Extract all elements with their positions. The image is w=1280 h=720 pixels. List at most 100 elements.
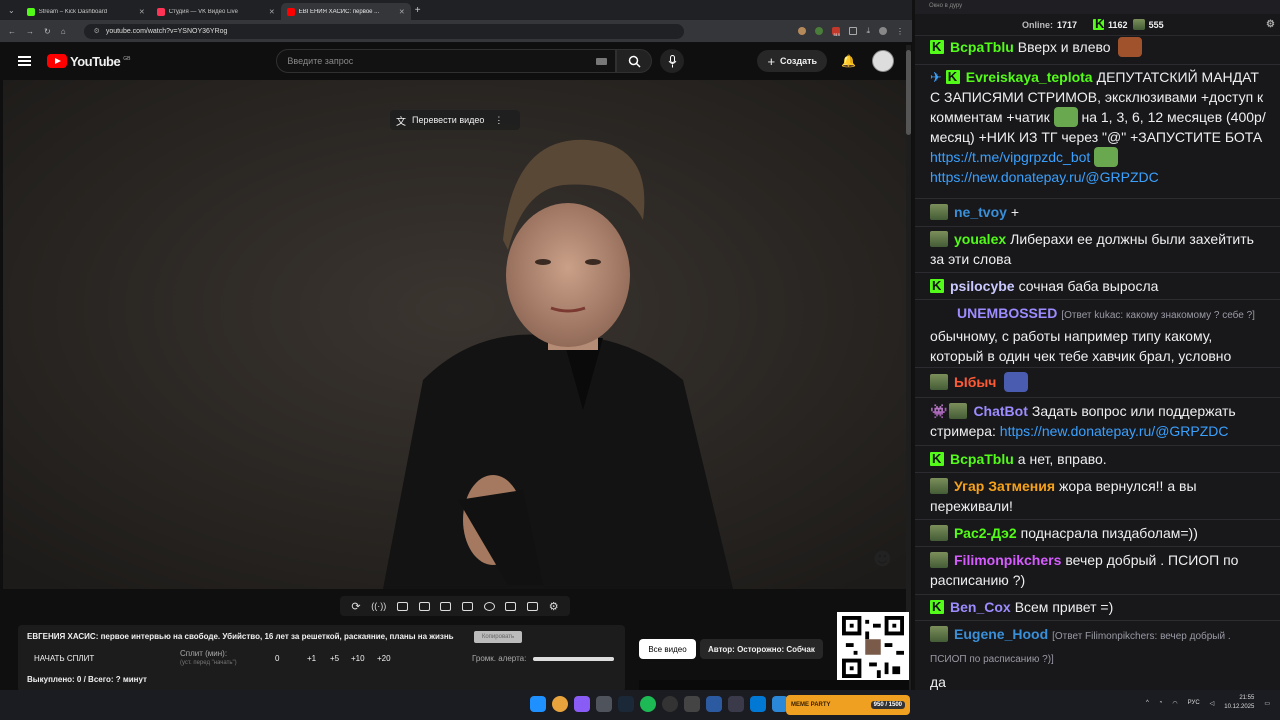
translate-video-button[interactable]: 文 Перевести видео ⋮ xyxy=(390,110,520,130)
translate-icon: 文 xyxy=(396,116,406,128)
split-add-20[interactable]: +20 xyxy=(377,654,391,663)
url-field[interactable]: ⚙ youtube.com/watch?v=YSNOY36YRog xyxy=(83,23,684,39)
forward-button[interactable]: → xyxy=(26,27,34,36)
vk-badge-icon xyxy=(930,478,948,494)
meme-party-widget[interactable]: MEME PARTY 950 / 1500 xyxy=(786,695,910,715)
copy-badge[interactable]: Копировать xyxy=(474,631,522,643)
chat-username[interactable]: psilocybe xyxy=(950,278,1015,294)
picture-in-picture-icon[interactable] xyxy=(440,601,452,611)
notifications-icon[interactable]: 🔔 xyxy=(841,54,856,68)
youtube-logo[interactable]: YouTube GB xyxy=(47,54,130,69)
app-icon[interactable] xyxy=(706,696,722,712)
app-icon[interactable] xyxy=(684,696,700,712)
app-icon[interactable] xyxy=(574,696,590,712)
keyboard-icon[interactable] xyxy=(596,57,608,65)
tab-youtube[interactable]: ЕВГЕНИЯ ХАСИС: первое ... ✕ xyxy=(280,3,411,20)
chat-username[interactable]: ВсраТblu xyxy=(950,451,1014,467)
wifi-icon[interactable]: ◠ xyxy=(1172,700,1177,707)
alert-volume-slider[interactable] xyxy=(533,657,614,661)
volume-icon[interactable]: ◁ xyxy=(1210,700,1215,707)
app-icon[interactable] xyxy=(750,696,766,712)
obs-icon[interactable] xyxy=(662,696,678,712)
steam-icon[interactable] xyxy=(618,696,634,712)
chat-username[interactable]: youalex xyxy=(954,231,1006,247)
split-value-0[interactable]: 0 xyxy=(275,654,279,663)
chat-link[interactable]: https://t.me/vipgrpzdc_bot xyxy=(930,149,1090,165)
chrome-icon[interactable] xyxy=(552,696,568,712)
search-placeholder: Введите запрос xyxy=(287,56,354,66)
chat-username[interactable]: Filimonpikchers xyxy=(954,552,1061,568)
profile-icon[interactable] xyxy=(879,27,887,35)
puzzle-icon[interactable] xyxy=(849,27,858,35)
search-input[interactable]: Введите запрос xyxy=(276,49,617,73)
extension-icon[interactable] xyxy=(815,27,824,35)
chat-username[interactable]: Eugene_Hood xyxy=(954,626,1048,642)
loop-icon[interactable]: ⟳ xyxy=(351,600,360,613)
chat-username[interactable]: ne_tvoy xyxy=(954,204,1007,220)
bot-icon: 👾 xyxy=(930,403,948,419)
scrollbar-thumb[interactable] xyxy=(906,50,911,135)
start-icon[interactable] xyxy=(530,696,546,712)
more-options-icon[interactable]: ⋮ xyxy=(494,115,503,126)
chat-username[interactable]: Угар Затмения xyxy=(954,478,1055,494)
split-add-10[interactable]: +10 xyxy=(351,654,365,663)
page-scrollbar[interactable] xyxy=(906,45,911,695)
tab-kick[interactable]: Stream – Kick Dashboard ✕ xyxy=(21,3,151,20)
all-videos-button[interactable]: Все видео xyxy=(639,639,696,659)
kick-viewers: 1162 xyxy=(1108,19,1128,30)
clock[interactable]: 21:55 10.12.2025 xyxy=(1224,694,1254,712)
tab-vk[interactable]: Студия — VK Видео Live ✕ xyxy=(151,3,281,20)
close-icon[interactable]: ✕ xyxy=(139,8,145,16)
tab-search-icon[interactable]: ⌄ xyxy=(8,6,15,15)
app-icon[interactable] xyxy=(596,696,612,712)
tray-chevron-icon[interactable]: ^ xyxy=(1146,700,1149,706)
settings-icon[interactable]: ⚙ xyxy=(549,600,559,613)
menu-icon[interactable]: ⋮ xyxy=(896,27,904,36)
close-icon[interactable]: ✕ xyxy=(399,8,405,16)
start-split-button[interactable]: НАЧАТЬ СПЛИТ xyxy=(34,654,94,663)
notifications-icon[interactable]: ▭ xyxy=(1264,700,1270,707)
menu-icon[interactable] xyxy=(18,54,31,68)
extension-icon[interactable] xyxy=(798,27,807,35)
close-icon[interactable]: ✕ xyxy=(269,8,275,16)
voice-search-button[interactable] xyxy=(660,49,685,73)
chat-username[interactable]: Рас2-Дэ2 xyxy=(954,525,1017,541)
author-button[interactable]: Автор: Осторожно: Собчак xyxy=(700,639,823,659)
site-info-icon[interactable]: ⚙ xyxy=(94,27,100,35)
video-player[interactable]: ☻ xyxy=(3,80,908,589)
new-tab-button[interactable]: + xyxy=(415,5,421,16)
speed-icon[interactable] xyxy=(483,601,495,611)
download-icon[interactable]: ⤓ xyxy=(866,26,870,36)
chat-username[interactable]: Ыбыч xyxy=(954,374,996,390)
back-button[interactable]: ← xyxy=(8,27,16,36)
camera-icon[interactable] xyxy=(527,601,539,611)
youtube-wordmark: YouTube xyxy=(70,53,121,69)
chat-username[interactable]: UNEMBOSSED xyxy=(957,305,1057,321)
film-icon[interactable] xyxy=(462,601,473,611)
network-icon[interactable]: ◔ xyxy=(1159,700,1163,706)
chat-username[interactable]: ChatBot xyxy=(973,403,1027,419)
chat-text: обычному, с работы например типу какому,… xyxy=(930,328,1232,364)
account-avatar[interactable] xyxy=(872,50,894,72)
spotify-icon[interactable] xyxy=(640,696,656,712)
language-indicator[interactable]: РУС xyxy=(1188,700,1200,706)
chat-link[interactable]: https://new.donatepay.ru/@GRPZDC xyxy=(1000,423,1229,439)
broadcast-icon[interactable]: ((·)) xyxy=(371,601,386,611)
chat-link[interactable]: https://new.donatepay.ru/@GRPZDC xyxy=(930,169,1159,185)
home-button[interactable]: ⌂ xyxy=(61,27,66,36)
search-button[interactable] xyxy=(616,49,653,73)
split-add-1[interactable]: +1 xyxy=(307,654,316,663)
chat-username[interactable]: ВсраТblu xyxy=(950,39,1014,55)
reload-button[interactable]: ↻ xyxy=(44,27,51,36)
app-icon[interactable] xyxy=(728,696,744,712)
add-icon[interactable] xyxy=(505,601,517,611)
settings-icon[interactable]: ⚙ xyxy=(1266,19,1275,30)
chat-username[interactable]: Evreiskaya_teplota xyxy=(966,69,1093,85)
screen-record-icon[interactable] xyxy=(396,601,408,611)
chat-username[interactable]: Ben_Cox xyxy=(950,599,1011,615)
extension-badge: 510 xyxy=(833,32,841,37)
clip-icon[interactable] xyxy=(418,601,430,611)
create-button[interactable]: + Создать xyxy=(757,50,828,72)
split-add-5[interactable]: +5 xyxy=(330,654,339,663)
extension-badge-icon[interactable]: 510 xyxy=(832,27,841,37)
